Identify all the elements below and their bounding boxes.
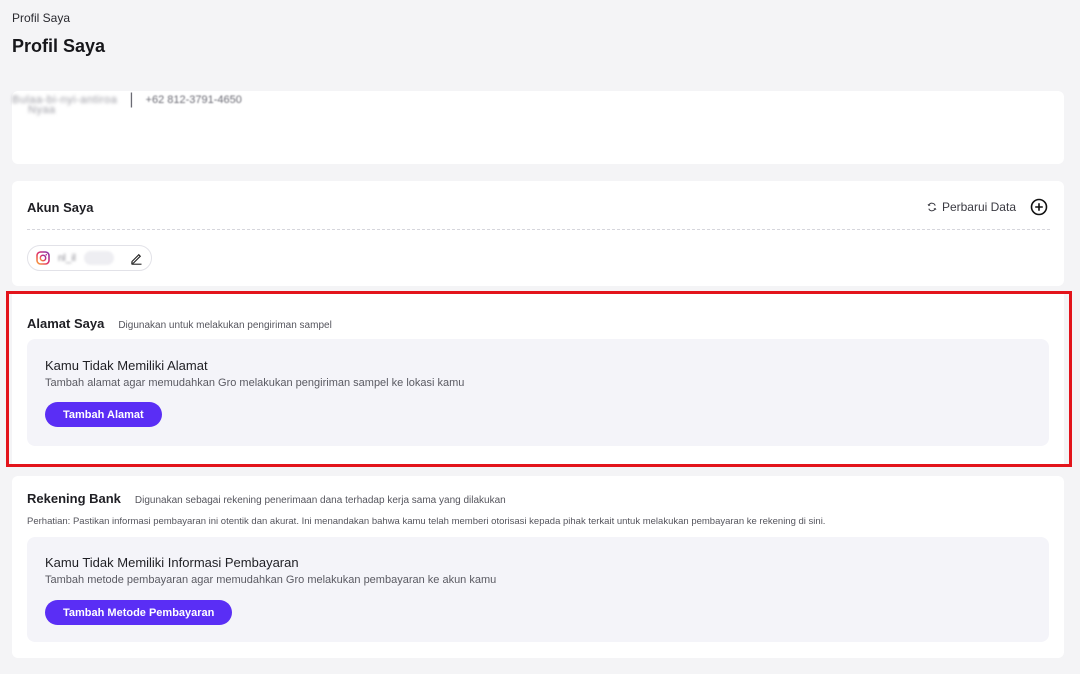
rekening-card: Rekening Bank Digunakan sebagai rekening… xyxy=(12,476,1064,658)
profile-contact: Bulaa-bi-nyi-antiroa | +62 812-3791-4650 xyxy=(12,91,1064,109)
alamat-hint: Digunakan untuk melakukan pengiriman sam… xyxy=(118,320,332,331)
rekening-empty-description: Tambah metode pembayaran agar memudahkan… xyxy=(45,574,497,586)
add-circle-icon[interactable] xyxy=(1030,198,1048,216)
refresh-label: Perbarui Data xyxy=(941,200,1016,214)
akun-card: Akun Saya Perbarui Data nl_il xyxy=(12,181,1064,286)
rekening-title: Rekening Bank xyxy=(27,491,121,506)
add-payment-method-button[interactable]: Tambah Metode Pembayaran xyxy=(45,600,233,625)
add-address-button[interactable]: Tambah Alamat xyxy=(45,402,162,427)
alamat-empty-description: Tambah alamat agar memudahkan Gro melaku… xyxy=(45,377,465,389)
rekening-note: Perhatian: Pastikan informasi pembayaran… xyxy=(27,516,826,527)
refresh-data-link[interactable]: Perbarui Data xyxy=(927,200,1016,214)
akun-title: Akun Saya xyxy=(27,200,94,215)
alamat-title: Alamat Saya xyxy=(27,316,105,331)
page-title: Profil Saya xyxy=(12,36,106,56)
account-handle-redacted xyxy=(83,251,114,265)
rekening-header: Rekening Bank Digunakan sebagai rekening… xyxy=(27,491,506,506)
instagram-icon xyxy=(36,251,50,265)
edit-icon[interactable] xyxy=(130,252,143,265)
linked-account-chip: nl_il xyxy=(27,245,152,271)
profile-username: Bulaa-bi-nyi-antiroa xyxy=(12,94,118,106)
alamat-empty-title: Kamu Tidak Memiliki Alamat xyxy=(45,358,208,373)
breadcrumb[interactable]: Profil Saya xyxy=(12,11,70,25)
alamat-empty-state: Kamu Tidak Memiliki Alamat Tambah alamat… xyxy=(27,339,1049,446)
section-divider xyxy=(27,229,1050,230)
profile-phone: +62 812-3791-4650 xyxy=(145,94,242,106)
alamat-card: Alamat Saya Digunakan untuk melakukan pe… xyxy=(12,293,1064,465)
account-handle: nl_il xyxy=(58,252,76,264)
contact-separator: | xyxy=(129,91,134,108)
profile-card: Nyaa Bulaa-bi-nyi-antiroa | +62 812-3791… xyxy=(12,91,1064,164)
rekening-empty-title: Kamu Tidak Memiliki Informasi Pembayaran xyxy=(45,555,299,570)
rekening-hint: Digunakan sebagai rekening penerimaan da… xyxy=(134,495,506,506)
refresh-icon xyxy=(927,202,937,212)
rekening-empty-state: Kamu Tidak Memiliki Informasi Pembayaran… xyxy=(27,537,1049,642)
alamat-header: Alamat Saya Digunakan untuk melakukan pe… xyxy=(27,316,332,331)
